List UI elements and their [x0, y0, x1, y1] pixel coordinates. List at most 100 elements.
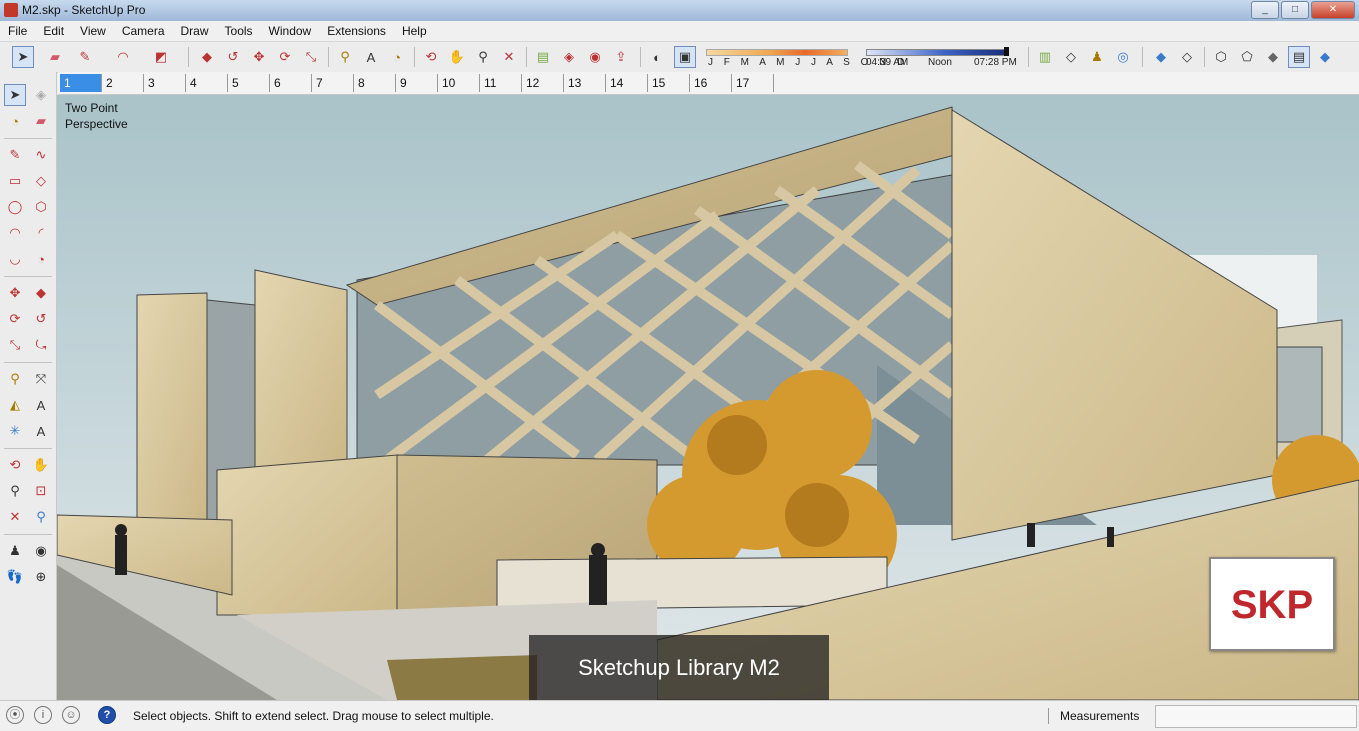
textured-style-icon[interactable]: ◆	[1314, 46, 1336, 68]
look-around-icon[interactable]: ◉	[30, 540, 52, 562]
rectangle-tool-icon[interactable]: ▭	[4, 170, 26, 192]
menu-draw[interactable]: Draw	[173, 24, 217, 38]
shadow-settings-icon[interactable]: ▣	[674, 46, 696, 68]
push-pull-tool-icon[interactable]: ◆	[30, 282, 52, 304]
zoom-tool-icon[interactable]: ⚲	[472, 46, 494, 68]
scene-tab-11[interactable]: 11	[480, 74, 522, 92]
warehouse-icon[interactable]: ◈	[558, 46, 580, 68]
eraser-tool-icon[interactable]: ▰	[44, 46, 66, 68]
pan-tool-icon[interactable]: ✋	[30, 454, 52, 476]
scene-tab-2[interactable]: 2	[102, 74, 144, 92]
zoom-extents-tool-icon[interactable]: ✕	[498, 46, 520, 68]
scene-tab-1[interactable]: 1	[60, 74, 102, 92]
section-display-icon[interactable]: ◇	[1060, 46, 1082, 68]
scene-tab-5[interactable]: 5	[228, 74, 270, 92]
scene-tab-14[interactable]: 14	[606, 74, 648, 92]
shadow-date-slider[interactable]: J F M A M J J A S O N D	[704, 46, 904, 68]
menu-file[interactable]: File	[0, 24, 35, 38]
menu-view[interactable]: View	[72, 24, 114, 38]
arc-tool-icon[interactable]: ◠	[112, 46, 134, 68]
close-button[interactable]: ✕	[1311, 1, 1355, 19]
menu-tools[interactable]: Tools	[217, 24, 261, 38]
select-tool-icon[interactable]: ➤	[12, 46, 34, 68]
tape-measure-tool-icon[interactable]: ⚲	[334, 46, 356, 68]
rotated-rectangle-tool-icon[interactable]: ◇	[30, 170, 52, 192]
three-point-arc-icon[interactable]: ◡	[4, 248, 26, 270]
xray-style-icon[interactable]: ⬡	[1210, 46, 1232, 68]
3d-text-tool-icon[interactable]: A	[30, 420, 52, 442]
share-model-icon[interactable]: ⇪	[610, 46, 632, 68]
maximize-button[interactable]: □	[1281, 1, 1309, 19]
freehand-tool-icon[interactable]: ∿	[30, 144, 52, 166]
make-component-icon[interactable]: ◈	[30, 84, 52, 106]
menu-help[interactable]: Help	[394, 24, 435, 38]
menu-edit[interactable]: Edit	[35, 24, 72, 38]
scene-tab-17[interactable]: 17	[732, 74, 774, 92]
credits-icon[interactable]: i	[34, 706, 52, 724]
scene-tab-12[interactable]: 12	[522, 74, 564, 92]
eraser-tool-icon[interactable]: ▰	[30, 110, 52, 132]
minimize-button[interactable]: _	[1251, 1, 1279, 19]
zoom-window-tool-icon[interactable]: ⊡	[30, 480, 52, 502]
move-tool-icon[interactable]: ✥	[248, 46, 270, 68]
components-icon[interactable]: ▤	[532, 46, 554, 68]
scene-tab-16[interactable]: 16	[690, 74, 732, 92]
line-tool-icon[interactable]: ✎	[4, 144, 26, 166]
rectangle-tool-icon[interactable]: ◩	[150, 46, 172, 68]
orbit-tool-icon[interactable]: ⟲	[4, 454, 26, 476]
scene-tab-9[interactable]: 9	[396, 74, 438, 92]
protractor-tool-icon[interactable]: ◭	[4, 394, 26, 416]
follow-me-tool-icon[interactable]: ↺	[30, 308, 52, 330]
dimension-tool-icon[interactable]: ⤧	[30, 368, 52, 390]
pie-tool-icon[interactable]: ◔	[30, 248, 52, 270]
text-tool-icon[interactable]: A	[30, 394, 52, 416]
modeling-viewport[interactable]: Two Point Perspective Sketchup Library M…	[57, 95, 1359, 700]
scene-tab-13[interactable]: 13	[564, 74, 606, 92]
line-tool-icon[interactable]: ✎	[74, 46, 96, 68]
menu-window[interactable]: Window	[261, 24, 320, 38]
axes-tool-icon[interactable]: ✳	[4, 420, 26, 442]
menu-extensions[interactable]: Extensions	[319, 24, 394, 38]
iso-view-icon[interactable]: ◆	[1150, 46, 1172, 68]
tape-measure-tool-icon[interactable]: ⚲	[4, 368, 26, 390]
scale-tool-icon[interactable]: ⤡	[4, 334, 26, 356]
geo-location-icon[interactable]: ⦿	[6, 706, 24, 724]
rotate-tool-icon[interactable]: ⟳	[4, 308, 26, 330]
scale-tool-icon[interactable]: ⤡	[300, 46, 322, 68]
scene-tab-7[interactable]: 7	[312, 74, 354, 92]
position-camera-icon[interactable]: ♟	[4, 540, 26, 562]
move-tool-icon[interactable]: ✥	[4, 282, 26, 304]
instructor-help-icon[interactable]: ?	[98, 706, 116, 724]
walk-tool-icon[interactable]: 👣	[4, 566, 26, 588]
time-slider-thumb[interactable]	[1004, 47, 1009, 56]
polygon-tool-icon[interactable]: ⬡	[30, 196, 52, 218]
user-account-icon[interactable]: ☺	[62, 706, 80, 724]
top-view-icon[interactable]: ◇	[1176, 46, 1198, 68]
wireframe-style-icon[interactable]: ⬠	[1236, 46, 1258, 68]
position-camera-icon[interactable]: ♟	[1086, 46, 1108, 68]
select-tool-icon[interactable]: ➤	[4, 84, 26, 106]
two-point-arc-icon[interactable]: ◜	[30, 222, 52, 244]
offset-tool-icon[interactable]: ⤿	[30, 334, 52, 356]
walk-tool-icon[interactable]: ◎	[1112, 46, 1134, 68]
measurements-input[interactable]	[1155, 705, 1357, 728]
section-plane-icon[interactable]: ⊕	[30, 566, 52, 588]
shadows-toggle-icon[interactable]: ◐	[646, 46, 668, 68]
zoom-tool-icon[interactable]: ⚲	[4, 480, 26, 502]
rotate-tool-icon[interactable]: ⟳	[274, 46, 296, 68]
zoom-extents-tool-icon[interactable]: ✕	[4, 506, 26, 528]
scene-tab-10[interactable]: 10	[438, 74, 480, 92]
follow-me-tool-icon[interactable]: ↺	[222, 46, 244, 68]
section-plane-icon[interactable]: ▥	[1034, 46, 1056, 68]
hidden-line-style-icon[interactable]: ◆	[1262, 46, 1284, 68]
orbit-tool-icon[interactable]: ⟲	[420, 46, 442, 68]
extension-warehouse-icon[interactable]: ◉	[584, 46, 606, 68]
scene-tab-15[interactable]: 15	[648, 74, 690, 92]
menu-camera[interactable]: Camera	[114, 24, 173, 38]
scene-tab-6[interactable]: 6	[270, 74, 312, 92]
scene-tab-8[interactable]: 8	[354, 74, 396, 92]
paint-bucket-tool-icon[interactable]: ◔	[386, 46, 408, 68]
shadow-time-slider[interactable]: 04:39 AM Noon 07:28 PM	[864, 46, 1017, 68]
paint-bucket-tool-icon[interactable]: ◔	[4, 110, 26, 132]
pan-tool-icon[interactable]: ✋	[446, 46, 468, 68]
